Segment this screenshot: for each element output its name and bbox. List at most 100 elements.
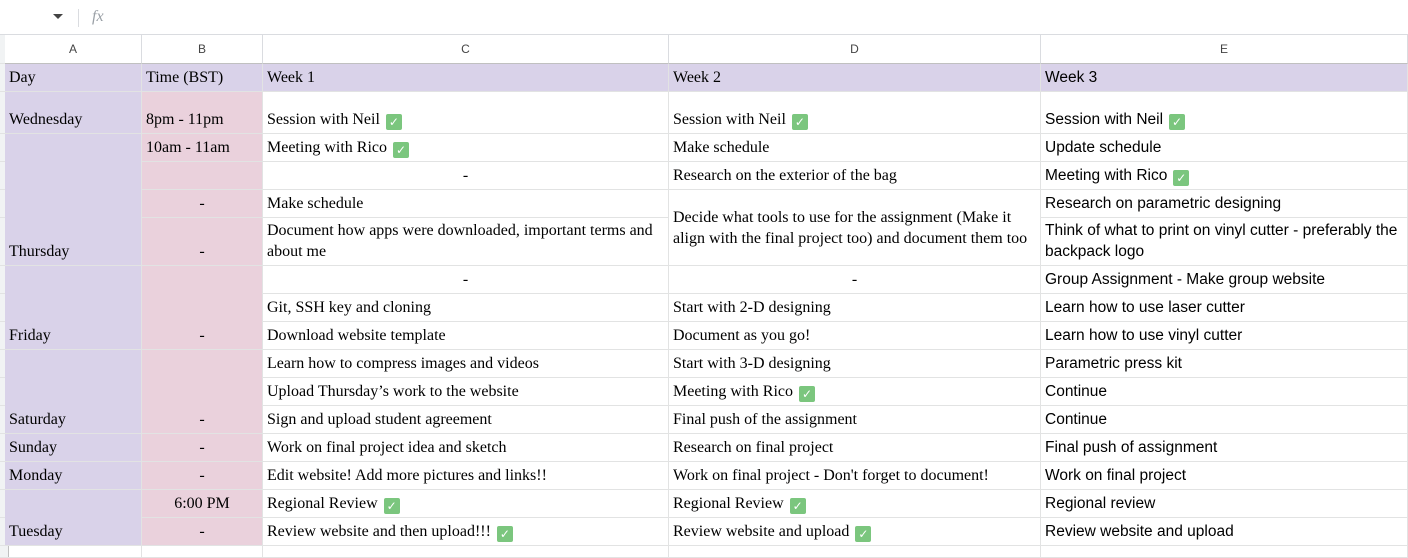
column-header-d-content: D xyxy=(850,39,859,60)
week1-cell[interactable]: Regional Review ✓ xyxy=(263,490,669,518)
empty-cell[interactable] xyxy=(5,546,142,558)
day-cell[interactable]: Friday xyxy=(5,266,142,350)
day-cell-content: Tuesday xyxy=(9,521,63,542)
week1-cell[interactable]: - xyxy=(263,162,669,190)
day-cell-content: Saturday xyxy=(9,409,66,430)
check-mark-icon: ✓ xyxy=(855,526,872,542)
week1-cell[interactable]: Git, SSH key and cloning xyxy=(263,294,669,322)
week1-cell[interactable]: Sign and upload student agreement xyxy=(263,406,669,434)
column-header-a[interactable]: A xyxy=(5,35,142,64)
time-cell[interactable]: 10am - 11am xyxy=(142,134,263,162)
week2-cell[interactable]: Make schedule xyxy=(669,134,1041,162)
week3-cell[interactable]: Group Assignment - Make group website xyxy=(1041,266,1408,294)
fx-icon: fx xyxy=(92,8,104,25)
week2-cell[interactable]: Decide what tools to use for the assignm… xyxy=(669,190,1041,266)
empty-cell[interactable] xyxy=(1041,546,1408,558)
week1-cell[interactable]: - xyxy=(263,266,669,294)
week3-cell[interactable]: Continue xyxy=(1041,378,1408,406)
header-time-text: Time (BST) xyxy=(146,69,224,86)
day-cell[interactable]: Sunday xyxy=(5,434,142,462)
week1-cell[interactable]: Edit website! Add more pictures and link… xyxy=(263,462,669,490)
header-week3-text: Week 3 xyxy=(1045,69,1098,86)
week1-cell[interactable]: Upload Thursday’s work to the website xyxy=(263,378,669,406)
week2-cell-content: Document as you go! xyxy=(673,325,810,346)
day-cell[interactable]: Saturday xyxy=(5,350,142,434)
week1-cell[interactable]: Session with Neil ✓ xyxy=(263,92,669,134)
week3-cell[interactable]: Think of what to print on vinyl cutter -… xyxy=(1041,218,1408,266)
time-cell-text: 6:00 PM xyxy=(174,495,230,512)
header-time-content: Time (BST) xyxy=(146,67,223,88)
time-cell[interactable]: - xyxy=(142,190,263,218)
week1-cell-text: Learn how to compress images and videos xyxy=(267,355,539,372)
week3-cell[interactable]: Parametric press kit xyxy=(1041,350,1408,378)
day-cell[interactable]: Thursday xyxy=(5,134,142,266)
day-cell[interactable]: Wednesday xyxy=(5,92,142,134)
column-header-c[interactable]: C xyxy=(263,35,669,64)
week2-cell[interactable]: Research on the exterior of the bag xyxy=(669,162,1041,190)
column-header-d[interactable]: D xyxy=(669,35,1041,64)
week2-cell[interactable]: Review website and upload ✓ xyxy=(669,518,1041,546)
empty-cell[interactable] xyxy=(142,546,263,558)
time-cell[interactable]: - xyxy=(142,218,263,266)
week2-cell[interactable]: Work on final project - Don't forget to … xyxy=(669,462,1041,490)
time-cell[interactable]: - xyxy=(142,350,263,434)
week2-cell-text: Research on the exterior of the bag xyxy=(673,167,897,184)
time-cell-content: - xyxy=(199,241,204,262)
time-cell[interactable]: - xyxy=(142,266,263,350)
week2-cell[interactable]: Start with 2-D designing xyxy=(669,294,1041,322)
column-header-c-text: C xyxy=(461,41,470,56)
week2-cell[interactable]: Regional Review ✓ xyxy=(669,490,1041,518)
week1-cell-text: - xyxy=(462,167,469,184)
week1-cell-content: Regional Review ✓ xyxy=(267,493,400,514)
header-time[interactable]: Time (BST) xyxy=(142,64,263,92)
week1-cell[interactable]: Document how apps were downloaded, impor… xyxy=(263,218,669,266)
week1-cell[interactable]: Download website template xyxy=(263,322,669,350)
week1-cell[interactable]: Review website and then upload!!! ✓ xyxy=(263,518,669,546)
week3-cell[interactable]: Learn how to use vinyl cutter xyxy=(1041,322,1408,350)
header-week1[interactable]: Week 1 xyxy=(263,64,669,92)
week2-cell[interactable]: Start with 3-D designing xyxy=(669,350,1041,378)
week2-cell[interactable]: Meeting with Rico ✓ xyxy=(669,378,1041,406)
time-cell[interactable]: 6:00 PM xyxy=(142,490,263,518)
time-cell[interactable]: 8pm - 11pm xyxy=(142,92,263,134)
empty-cell[interactable] xyxy=(263,546,669,558)
day-cell[interactable]: Monday xyxy=(5,462,142,490)
week3-cell[interactable]: Final push of assignment xyxy=(1041,434,1408,462)
week3-cell[interactable]: Continue xyxy=(1041,406,1408,434)
week3-cell[interactable]: Review website and upload xyxy=(1041,518,1408,546)
week1-cell[interactable]: Learn how to compress images and videos xyxy=(263,350,669,378)
week3-cell-text: Parametric press kit xyxy=(1045,355,1182,372)
week2-cell[interactable]: Session with Neil ✓ xyxy=(669,92,1041,134)
week3-cell[interactable]: Session with Neil ✓ xyxy=(1041,92,1408,134)
column-header-b[interactable]: B xyxy=(142,35,263,64)
day-cell-text: Tuesday xyxy=(9,523,63,540)
column-header-e[interactable]: E xyxy=(1041,35,1408,64)
empty-cell[interactable] xyxy=(669,546,1041,558)
name-box-dropdown-icon[interactable] xyxy=(53,14,63,19)
week2-cell[interactable]: Final push of the assignment xyxy=(669,406,1041,434)
check-mark-icon: ✓ xyxy=(791,114,808,130)
week1-cell[interactable]: Work on final project idea and sketch xyxy=(263,434,669,462)
week1-cell[interactable]: Meeting with Rico ✓ xyxy=(263,134,669,162)
header-week2[interactable]: Week 2 xyxy=(669,64,1041,92)
time-cell[interactable]: - xyxy=(142,434,263,462)
week3-cell[interactable]: Regional review xyxy=(1041,490,1408,518)
time-cell[interactable]: - xyxy=(142,518,263,546)
header-week3[interactable]: Week 3 xyxy=(1041,64,1408,92)
week1-cell-content: Work on final project idea and sketch xyxy=(267,437,507,458)
time-cell[interactable] xyxy=(142,162,263,190)
week3-cell[interactable]: Learn how to use laser cutter xyxy=(1041,294,1408,322)
time-cell[interactable]: - xyxy=(142,462,263,490)
week2-cell-content: Start with 2-D designing xyxy=(673,297,831,318)
week2-cell[interactable]: Research on final project xyxy=(669,434,1041,462)
week3-cell-content: Regional review xyxy=(1045,493,1155,514)
header-day[interactable]: Day xyxy=(5,64,142,92)
week2-cell[interactable]: - xyxy=(669,266,1041,294)
week3-cell[interactable]: Update schedule xyxy=(1041,134,1408,162)
week2-cell[interactable]: Document as you go! xyxy=(669,322,1041,350)
day-cell[interactable]: Tuesday xyxy=(5,490,142,546)
week3-cell[interactable]: Research on parametric designing xyxy=(1041,190,1408,218)
week3-cell[interactable]: Work on final project xyxy=(1041,462,1408,490)
week3-cell[interactable]: Meeting with Rico ✓ xyxy=(1041,162,1408,190)
week1-cell[interactable]: Make schedule xyxy=(263,190,669,218)
